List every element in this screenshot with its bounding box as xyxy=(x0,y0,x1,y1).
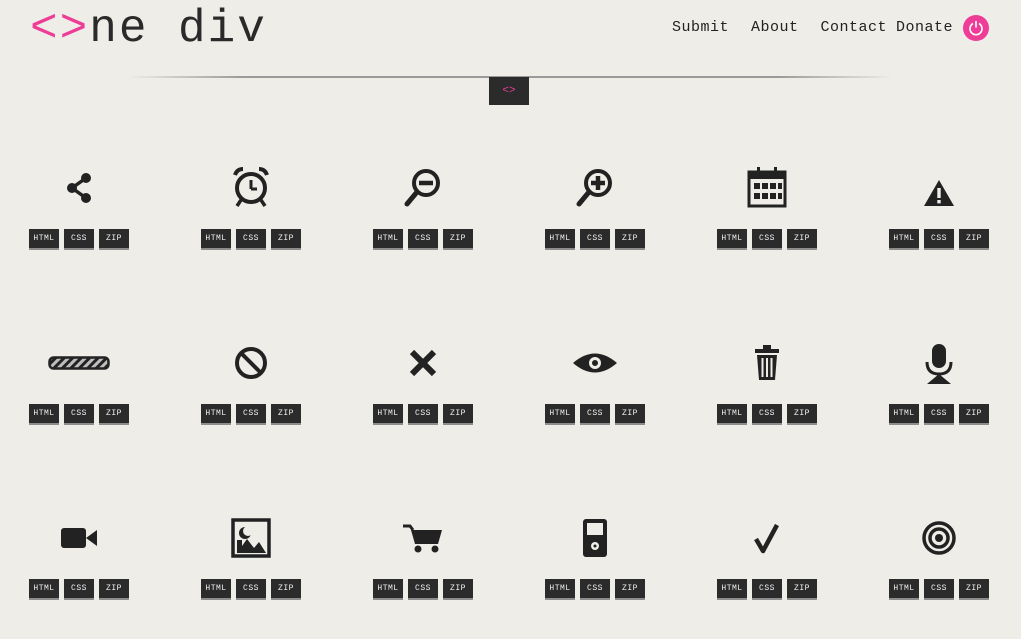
html-button[interactable]: HTML xyxy=(545,229,575,250)
zip-button[interactable]: ZIP xyxy=(787,404,817,425)
share-icon[interactable] xyxy=(59,168,99,208)
html-button[interactable]: HTML xyxy=(201,404,231,425)
css-button[interactable]: CSS xyxy=(64,229,94,250)
media-player-icon[interactable] xyxy=(582,518,608,558)
zip-button[interactable]: ZIP xyxy=(99,579,129,600)
html-button[interactable]: HTML xyxy=(545,579,575,600)
html-button[interactable]: HTML xyxy=(29,579,59,600)
css-button[interactable]: CSS xyxy=(580,229,610,250)
shopping-cart-icon[interactable] xyxy=(402,522,444,554)
close-icon[interactable] xyxy=(406,346,440,380)
zip-button[interactable]: ZIP xyxy=(787,229,817,250)
css-button[interactable]: CSS xyxy=(408,579,438,600)
html-button[interactable]: HTML xyxy=(373,404,403,425)
css-button[interactable]: CSS xyxy=(924,404,954,425)
checkmark-icon[interactable] xyxy=(753,521,781,555)
css-button[interactable]: CSS xyxy=(408,229,438,250)
html-button[interactable]: HTML xyxy=(889,229,919,250)
zoom-in-icon[interactable] xyxy=(574,166,616,210)
css-button[interactable]: CSS xyxy=(580,404,610,425)
html-button[interactable]: HTML xyxy=(717,229,747,250)
zip-button[interactable]: ZIP xyxy=(615,404,645,425)
html-button[interactable]: HTML xyxy=(373,229,403,250)
zip-button[interactable]: ZIP xyxy=(271,229,301,250)
css-button[interactable]: CSS xyxy=(64,404,94,425)
target-icon[interactable] xyxy=(921,520,957,556)
css-button[interactable]: CSS xyxy=(236,229,266,250)
image-icon[interactable] xyxy=(231,518,271,558)
loading-bar-icon[interactable] xyxy=(48,355,110,371)
zip-button[interactable]: ZIP xyxy=(787,579,817,600)
html-button[interactable]: HTML xyxy=(717,404,747,425)
microphone-icon[interactable] xyxy=(922,342,956,384)
video-camera-icon[interactable] xyxy=(60,526,98,550)
zip-button[interactable]: ZIP xyxy=(443,579,473,600)
zoom-out-icon[interactable] xyxy=(402,166,444,210)
zip-button[interactable]: ZIP xyxy=(959,404,989,425)
zip-button[interactable]: ZIP xyxy=(99,229,129,250)
trash-icon[interactable] xyxy=(753,344,781,382)
alarm-clock-icon[interactable] xyxy=(231,166,271,210)
css-button[interactable]: CSS xyxy=(924,579,954,600)
zip-button[interactable]: ZIP xyxy=(271,579,301,600)
css-button[interactable]: CSS xyxy=(580,579,610,600)
zip-button[interactable]: ZIP xyxy=(99,404,129,425)
css-button[interactable]: CSS xyxy=(752,404,782,425)
html-button[interactable]: HTML xyxy=(201,579,231,600)
zip-button[interactable]: ZIP xyxy=(959,579,989,600)
zip-button[interactable]: ZIP xyxy=(271,404,301,425)
html-button[interactable]: HTML xyxy=(545,404,575,425)
css-button[interactable]: CSS xyxy=(752,579,782,600)
css-button[interactable]: CSS xyxy=(752,229,782,250)
zip-button[interactable]: ZIP xyxy=(615,229,645,250)
html-button[interactable]: HTML xyxy=(29,404,59,425)
zip-button[interactable]: ZIP xyxy=(959,229,989,250)
eye-icon[interactable] xyxy=(571,350,619,376)
zip-button[interactable]: ZIP xyxy=(615,579,645,600)
css-button[interactable]: CSS xyxy=(64,579,94,600)
css-button[interactable]: CSS xyxy=(408,404,438,425)
warning-icon[interactable] xyxy=(921,168,957,208)
css-button[interactable]: CSS xyxy=(236,579,266,600)
html-button[interactable]: HTML xyxy=(29,229,59,250)
calendar-icon[interactable] xyxy=(747,166,787,210)
html-button[interactable]: HTML xyxy=(717,579,747,600)
css-button[interactable]: CSS xyxy=(924,229,954,250)
zip-button[interactable]: ZIP xyxy=(443,404,473,425)
zip-button[interactable]: ZIP xyxy=(443,229,473,250)
html-button[interactable]: HTML xyxy=(889,579,919,600)
icon-grid: HTML CSS ZIP HTML CSS ZIP HTML CSS ZIP H… xyxy=(0,0,1021,639)
html-button[interactable]: HTML xyxy=(201,229,231,250)
html-button[interactable]: HTML xyxy=(373,579,403,600)
prohibited-icon[interactable] xyxy=(233,345,269,381)
css-button[interactable]: CSS xyxy=(236,404,266,425)
html-button[interactable]: HTML xyxy=(889,404,919,425)
